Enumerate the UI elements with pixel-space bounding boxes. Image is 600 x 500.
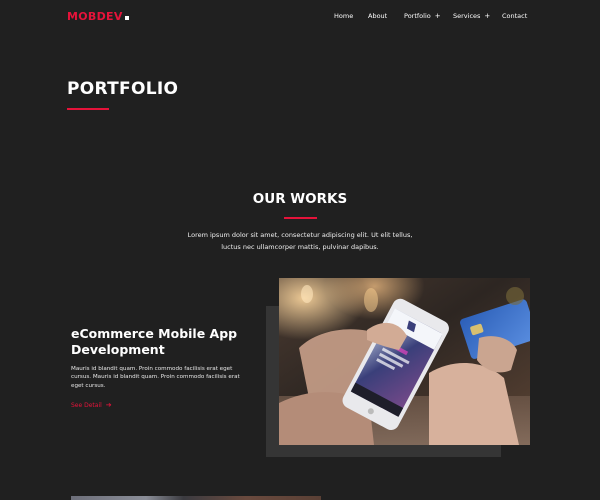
see-detail-label: See Detail bbox=[71, 402, 102, 409]
nav-item-services[interactable]: Services + bbox=[453, 12, 490, 20]
nav-item-label: Portfolio bbox=[404, 12, 431, 20]
nav-item-label: Contact bbox=[502, 12, 528, 20]
work-title: eCommerce Mobile App Development bbox=[71, 326, 238, 357]
work-image[interactable] bbox=[279, 278, 530, 445]
nav-item-label: Services bbox=[453, 12, 481, 20]
title-underline bbox=[67, 108, 109, 110]
see-detail-link[interactable]: See Detail ➔ bbox=[71, 401, 112, 409]
nav-item-about[interactable]: About bbox=[368, 12, 387, 20]
page-title: PORTFOLIO bbox=[67, 79, 179, 99]
site-header: MOBDEV Home About Portfolio + Services + C… bbox=[0, 0, 600, 34]
nav-item-label: About bbox=[368, 12, 388, 20]
section-description: Lorem ipsum dolor sit amet, consectetur … bbox=[187, 231, 413, 251]
smartphone-photo-illustration bbox=[279, 278, 530, 445]
arrow-right-icon: ➔ bbox=[105, 401, 112, 409]
logo-dot bbox=[124, 16, 129, 20]
brand-logo[interactable]: MOBDEV bbox=[67, 10, 129, 23]
plus-icon: + bbox=[434, 12, 441, 20]
next-work-image-preview[interactable] bbox=[71, 496, 321, 500]
nav-item-portfolio[interactable]: Portfolio + bbox=[404, 12, 441, 20]
work-description: Mauris id blandit quam. Proin commodo fa… bbox=[71, 366, 240, 389]
nav-item-home[interactable]: Home bbox=[334, 12, 353, 20]
nav-item-contact[interactable]: Contact bbox=[502, 12, 527, 20]
nav-item-label: Home bbox=[334, 12, 354, 20]
plus-icon: + bbox=[484, 12, 491, 20]
brand-name: MOBDEV bbox=[67, 10, 123, 23]
section-underline bbox=[284, 217, 317, 219]
section-title: OUR WORKS bbox=[252, 191, 348, 207]
